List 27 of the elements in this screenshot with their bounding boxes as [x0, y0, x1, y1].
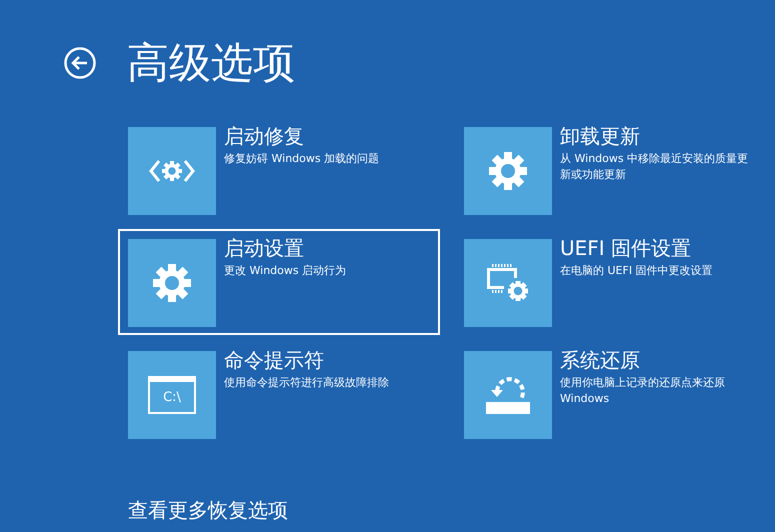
gear-icon	[148, 159, 196, 183]
option-tile[interactable]: 启动设置 更改 Windows 启动行为	[118, 229, 440, 335]
option-description: 修复妨碍 Windows 加载的问题	[224, 151, 380, 167]
option-description: 使用命令提示符进行高级故障排除	[224, 375, 389, 391]
option-tile[interactable]: 启动修复 修复妨碍 Windows 加载的问题	[118, 117, 440, 223]
gear-icon	[488, 151, 528, 191]
terminal-icon: C:\	[148, 376, 196, 414]
option-title: 命令提示符	[224, 347, 325, 373]
option-description: 在电脑的 UEFI 固件中更改设置	[560, 263, 713, 279]
option-description: 更改 Windows 启动行为	[224, 263, 346, 279]
option-tile[interactable]: UEFI 固件设置 在电脑的 UEFI 固件中更改设置	[454, 229, 759, 335]
option-title: 启动修复	[224, 123, 305, 149]
restore-icon	[484, 375, 532, 415]
gear-icon	[152, 263, 192, 303]
option-title: UEFI 固件设置	[560, 235, 692, 261]
option-tile[interactable]: 卸载更新 从 Windows 中移除最近安装的质量更新或功能更新	[454, 117, 759, 223]
page-title: 高级选项	[127, 38, 295, 88]
option-title: 启动设置	[224, 235, 305, 261]
option-title: 系统还原	[560, 347, 641, 373]
option-title: 卸载更新	[560, 123, 641, 149]
option-description: 从 Windows 中移除最近安装的质量更新或功能更新	[560, 151, 749, 183]
back-icon[interactable]	[64, 47, 96, 79]
chip-gear-icon	[487, 264, 529, 302]
option-tile[interactable]: 系统还原 使用你电脑上记录的还原点来还原 Windows	[454, 341, 759, 447]
option-description: 使用你电脑上记录的还原点来还原 Windows	[560, 375, 726, 407]
option-tile[interactable]: C:\ 命令提示符 使用命令提示符进行高级故障排除	[118, 341, 440, 447]
more-options-link[interactable]: 查看更多恢复选项	[128, 497, 288, 523]
